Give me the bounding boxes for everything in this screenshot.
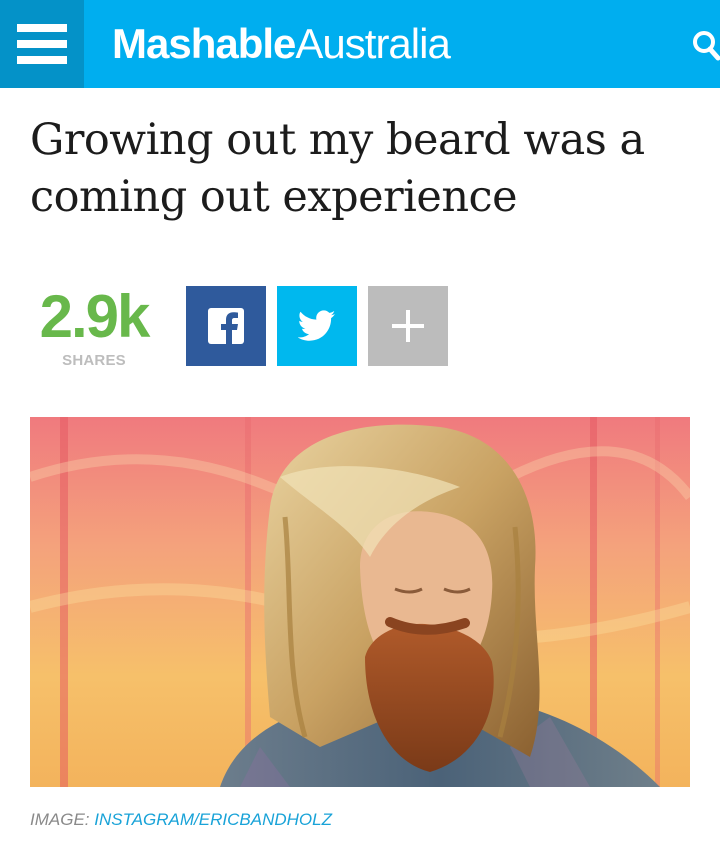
article-headline: Growing out my beard was a coming out ex…: [30, 115, 645, 222]
twitter-bird-icon: [298, 310, 336, 341]
more-share-options-button[interactable]: [368, 286, 448, 366]
site-logo[interactable]: MashableAustralia: [112, 20, 451, 68]
facebook-share-button[interactable]: [186, 286, 266, 366]
share-count-label: SHARES: [62, 352, 126, 369]
search-button[interactable]: [690, 28, 720, 62]
image-credit-link[interactable]: INSTAGRAM/ERICBANDHOLZ: [94, 810, 332, 829]
hamburger-menu-icon-line: [17, 24, 67, 32]
hamburger-menu-button[interactable]: [0, 0, 84, 88]
plus-icon: [392, 310, 424, 342]
top-navigation-bar: MashableAustralia: [0, 0, 720, 88]
image-caption: IMAGE: INSTAGRAM/ERICBANDHOLZ: [30, 810, 332, 830]
share-count-number: 2.9k: [39, 283, 151, 350]
hamburger-menu-icon-line: [17, 56, 67, 64]
facebook-icon: [208, 308, 244, 344]
logo-brand-text: Mashable: [112, 20, 296, 67]
hamburger-menu-icon-line: [17, 40, 67, 48]
hero-photo-illustration: [30, 417, 690, 787]
caption-prefix: IMAGE:: [30, 810, 90, 829]
twitter-share-button[interactable]: [277, 286, 357, 366]
article-hero-image: [30, 417, 690, 787]
logo-edition-text: Australia: [295, 20, 450, 67]
search-icon: [693, 31, 720, 61]
share-counter: 2.9k SHARES: [30, 283, 158, 370]
